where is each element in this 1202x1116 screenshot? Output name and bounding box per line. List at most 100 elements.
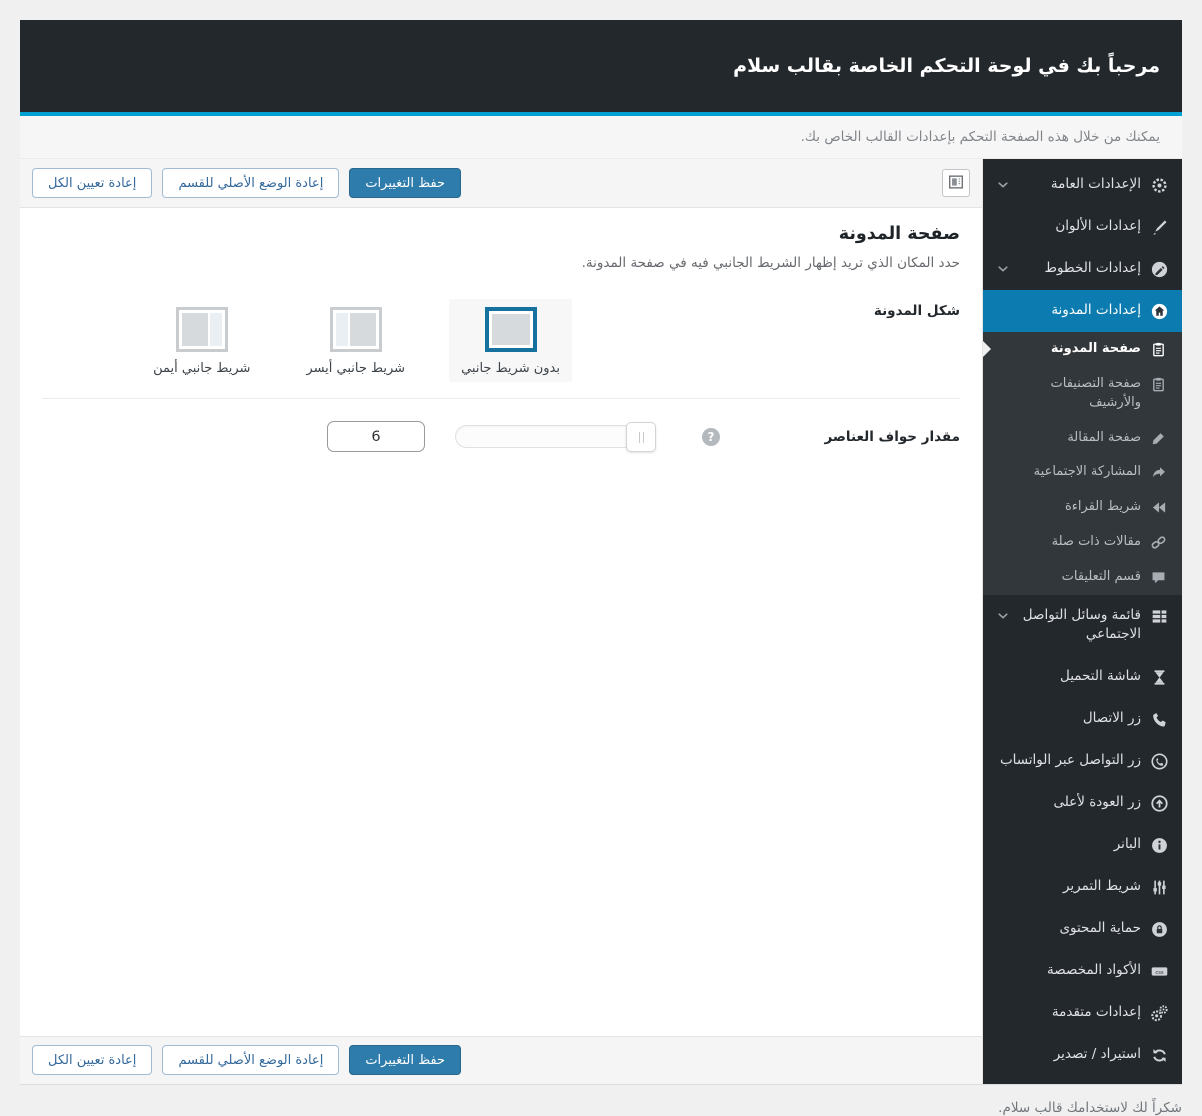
element-padding-label: مقدار حواف العناصر (824, 428, 960, 445)
sync-icon (1150, 1046, 1169, 1065)
layout-option-left-sidebar[interactable]: شريط جانبي أيسر (294, 299, 417, 382)
link-icon (1150, 534, 1167, 551)
sidebar-item-label: صفحة التصنيفات والأرشيف (1050, 375, 1142, 410)
brush-icon (1150, 218, 1169, 237)
reset-section-button[interactable]: إعادة الوضع الأصلي للقسم (162, 1045, 340, 1076)
page-footer-text: شكراً لك لاستخدامك قالب سلام. (998, 1099, 1182, 1116)
sidebar-item-label: زر التواصل عبر الواتساب (999, 751, 1141, 768)
padding-value-input[interactable] (327, 421, 425, 452)
settings-panel: الإعدادات العامة إعدادات الألوان إعدادات ا… (20, 159, 1182, 1085)
sidebar-item-label: قسم التعليقات (1061, 568, 1141, 584)
sidebar-item-loading-screen[interactable]: شاشة التحميل (983, 656, 1182, 698)
section-content: صفحة المدونة حدد المكان الذي تريد إظهار … (20, 208, 982, 452)
layout-option-label: شريط جانبي أيسر (306, 361, 406, 376)
sidebar-item-label: شاشة التحميل (1059, 667, 1141, 684)
layout-option-left-sidebar-icon (329, 307, 382, 352)
css-icon: css (1150, 962, 1169, 981)
sidebar-item-label: زر الاتصال (1082, 709, 1141, 726)
whatsapp-icon (1150, 752, 1169, 771)
sidebar-item-color-settings[interactable]: إعدادات الألوان (983, 206, 1182, 248)
home-icon (1150, 302, 1169, 321)
gear-icon (1150, 176, 1169, 195)
chevron-down-icon (996, 262, 1010, 276)
layout-toggle-icon (947, 173, 965, 194)
sidebar-item-reading-bar[interactable]: شريط القراءة (983, 490, 1182, 526)
layout-option-right-sidebar[interactable]: شريط جانبي أيمن (141, 299, 262, 382)
share-icon (1150, 464, 1167, 481)
sidebar-item-label: صفحة المدونة (1050, 341, 1141, 356)
layout-option-no-sidebar-icon (484, 307, 537, 352)
sidebar-item-blog-settings[interactable]: إعدادات المدونة (983, 290, 1182, 332)
sidebar-item-blog-page[interactable]: صفحة المدونة (983, 332, 1182, 367)
sidebar-item-label: الأكواد المخصصة (1047, 961, 1141, 978)
sidebar-item-label: حماية المحتوى (1059, 919, 1141, 936)
save-button[interactable]: حفظ التغييرات (349, 1045, 462, 1076)
sidebar-item-label: البانر (1113, 835, 1141, 852)
question-icon[interactable]: ? (702, 427, 720, 446)
sidebar-item-font-settings[interactable]: إعدادات الخطوط (983, 248, 1182, 290)
sidebar-menu: الإعدادات العامة إعدادات الألوان إعدادات ا… (983, 159, 1182, 1084)
layout-option-no-sidebar[interactable]: بدون شريط جانبي (449, 299, 572, 382)
layout-toggle-button[interactable] (942, 169, 970, 197)
page-header: مرحباً بك في لوحة التحكم الخاصة بقالب سل… (20, 20, 1182, 116)
sidebar-item-label: استيراد / تصدير (1053, 1045, 1141, 1062)
section-description: حدد المكان الذي تريد إظهار الشريط الجانب… (581, 255, 960, 271)
sidebar-item-back-to-top-button[interactable]: زر العودة لأعلى (983, 782, 1182, 824)
sidebar-item-categories-archive-page[interactable]: صفحة التصنيفات والأرشيف (983, 366, 1182, 421)
sidebar-item-custom-codes[interactable]: css الأكواد المخصصة (983, 950, 1182, 992)
sidebar-item-social-media-list[interactable]: قائمة وسائل التواصل الاجتماعي (983, 595, 1182, 656)
sidebar-item-call-button[interactable]: زر الاتصال (983, 698, 1182, 740)
bottom-toolbar: حفظ التغييرات إعادة الوضع الأصلي للقسم إ… (20, 1035, 982, 1084)
clipboard-icon (1150, 341, 1167, 358)
rewind-icon (1150, 499, 1167, 516)
sidebar-item-label: قائمة وسائل التواصل الاجتماعي (1022, 606, 1141, 643)
sidebar-item-label: إعدادات متقدمة (1051, 1003, 1141, 1020)
sidebar-item-general-settings[interactable]: الإعدادات العامة (983, 164, 1182, 206)
sidebar-item-related-articles[interactable]: مقالات ذات صلة (983, 525, 1182, 560)
sidebar-item-label: إعدادات الخطوط (1044, 260, 1141, 276)
sliders-icon (1150, 878, 1169, 897)
save-button[interactable]: حفظ التغييرات (349, 168, 462, 198)
slider-grip-icon (638, 431, 644, 443)
sidebar-item-label: إعدادات الألوان (1055, 218, 1141, 234)
blog-layout-options: بدون شريط جانبي شريط جانبي أيسر شريط جانبي… (141, 299, 572, 382)
top-toolbar: حفظ التغييرات إعادة الوضع الأصلي للقسم إ… (20, 159, 982, 208)
sidebar-item-whatsapp-button[interactable]: زر التواصل عبر الواتساب (983, 740, 1182, 782)
layout-option-label: بدون شريط جانبي (461, 361, 560, 376)
lock-icon (1150, 920, 1169, 939)
sidebar-item-comments-section[interactable]: قسم التعليقات (983, 559, 1182, 595)
settings-sidebar: الإعدادات العامة إعدادات الألوان إعدادات ا… (982, 159, 1182, 1084)
settings-main: حفظ التغييرات إعادة الوضع الأصلي للقسم إ… (20, 159, 982, 1084)
padding-slider-handle[interactable] (626, 422, 656, 452)
sidebar-item-label: مقالات ذات صلة (1051, 534, 1141, 550)
active-item-notch (983, 341, 991, 358)
clipboard-icon (1150, 376, 1167, 393)
reset-all-button[interactable]: إعادة تعيين الكل (32, 1045, 153, 1076)
sidebar-item-article-page[interactable]: صفحة المقالة (983, 420, 1182, 456)
blog-layout-label: شكل المدونة (873, 303, 960, 319)
intro-bar: يمكنك من خلال هذه الصفحة التحكم بإعدادات… (20, 116, 1182, 159)
chevron-down-icon (996, 178, 1010, 192)
reset-all-button[interactable]: إعادة تعيين الكل (32, 168, 153, 198)
comment-icon (1150, 569, 1167, 586)
sidebar-item-import-export[interactable]: استيراد / تصدير (983, 1034, 1182, 1076)
settings-page: مرحباً بك في لوحة التحكم الخاصة بقالب سل… (20, 20, 1182, 1116)
sidebar-item-label: زر العودة لأعلى (1053, 793, 1141, 810)
sidebar-item-label: شريط التمرير (1062, 877, 1141, 894)
gears-icon (1150, 1004, 1169, 1023)
padding-slider[interactable] (455, 422, 656, 452)
pencil-circle-icon (1150, 260, 1169, 279)
page-title: مرحباً بك في لوحة التحكم الخاصة بقالب سل… (733, 55, 1160, 77)
sidebar-item-social-sharing[interactable]: المشاركة الاجتماعية (983, 455, 1182, 491)
sidebar-item-content-protection[interactable]: حماية المحتوى (983, 908, 1182, 950)
sidebar-item-scroll-bar[interactable]: شريط التمرير (983, 866, 1182, 908)
sidebar-item-banner[interactable]: البانر (983, 824, 1182, 866)
element-padding-row: مقدار حواف العناصر ? (42, 421, 960, 452)
pencil-icon (1150, 430, 1167, 447)
sidebar-item-label: إعدادات المدونة (1051, 302, 1141, 318)
arrow-up-circle-icon (1150, 794, 1169, 813)
sidebar-item-label: الإعدادات العامة (1050, 176, 1141, 192)
reset-section-button[interactable]: إعادة الوضع الأصلي للقسم (162, 168, 340, 198)
sidebar-item-label: شريط القراءة (1064, 499, 1141, 515)
sidebar-item-advanced-settings[interactable]: إعدادات متقدمة (983, 992, 1182, 1034)
